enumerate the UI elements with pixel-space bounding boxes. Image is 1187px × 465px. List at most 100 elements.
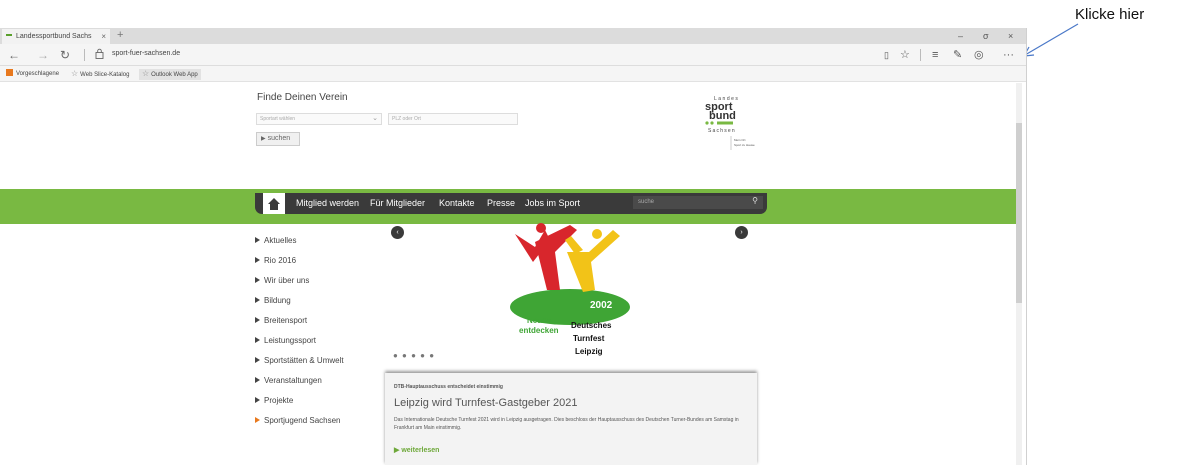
- divider: [84, 49, 85, 61]
- star-icon[interactable]: ☆: [900, 48, 910, 62]
- menu-item-wir-ueber-uns[interactable]: Wir über uns: [255, 276, 309, 285]
- search-button-label: suchen: [267, 135, 291, 142]
- turnfest-line3: Deutsches: [571, 321, 612, 330]
- reading-view-icon[interactable]: ▯: [884, 48, 889, 62]
- arrow-left-icon[interactable]: ←: [8, 47, 20, 63]
- menu-item-rio-2016[interactable]: Rio 2016: [255, 256, 296, 265]
- chevron-down-icon: ⌄: [372, 115, 378, 122]
- sport-select[interactable]: Sportart wählen ⌄: [256, 113, 382, 125]
- menu-item-label: Breitensport: [264, 316, 308, 325]
- star-icon: ☆: [71, 69, 79, 78]
- menu-item-label: Veranstaltungen: [264, 376, 322, 385]
- article-title[interactable]: Leipzig wird Turnfest-Gastgeber 2021: [394, 397, 577, 409]
- menu-item-breitensport[interactable]: Breitensport: [255, 316, 307, 325]
- address-bar: ← → ↻ sport-fuer-sachsen.de ▯ ☆ ≡ ✎ ◎ ··…: [0, 44, 1026, 66]
- browser-tab[interactable]: Landessportbund Sachs ×: [2, 29, 110, 44]
- favorite-item[interactable]: ☆ Outlook Web App: [139, 69, 201, 80]
- article-body: Das Internationale Deutsche Turnfest 202…: [394, 417, 739, 431]
- arrow-right-icon: [255, 317, 260, 323]
- maximize-button[interactable]: σ: [983, 29, 989, 43]
- lsb-logo[interactable]: Landes sport bund Sachsen Mein Ort Sport…: [688, 92, 768, 152]
- share-icon[interactable]: ◎: [974, 48, 984, 62]
- scrollbar-thumb[interactable]: [1016, 123, 1022, 303]
- favorite-label: Outlook Web App: [151, 72, 198, 78]
- arrow-right-icon: [255, 237, 260, 243]
- arrow-right-icon: [255, 337, 260, 343]
- arrow-right-icon: [255, 357, 260, 363]
- carousel-prev-button[interactable]: ‹: [391, 226, 404, 239]
- favorite-label: Web Slice-Katalog: [80, 72, 130, 78]
- tab-title: Landessportbund Sachs: [16, 33, 92, 40]
- arrow-right-icon: [255, 377, 260, 383]
- menu-item-label: Aktuelles: [264, 236, 297, 245]
- article-kicker: DTB-Hauptausschuss entscheidet einstimmi…: [394, 384, 503, 390]
- site-search-input[interactable]: suche ⚲: [633, 196, 763, 209]
- new-tab-button[interactable]: +: [117, 28, 123, 43]
- arrow-right-icon[interactable]: →: [37, 47, 49, 63]
- logo-line3: bund: [709, 110, 736, 122]
- menu-item-veranstaltungen[interactable]: Veranstaltungen: [255, 376, 322, 385]
- url-field[interactable]: sport-fuer-sachsen.de: [112, 50, 180, 57]
- turnfest-logo: 2002 Neues entdecken Deutsches Turnfest …: [510, 223, 630, 356]
- close-tab-icon[interactable]: ×: [101, 29, 106, 44]
- plz-input[interactable]: PLZ oder Ort: [388, 113, 518, 125]
- menu-item-aktuelles[interactable]: Aktuelles: [255, 236, 296, 245]
- more-icon[interactable]: ···: [1003, 48, 1014, 62]
- hub-icon[interactable]: ≡: [932, 48, 938, 62]
- menu-item-label: Sportstätten & Umwelt: [264, 356, 344, 365]
- menu-item-sportstaetten[interactable]: Sportstätten & Umwelt: [255, 356, 344, 365]
- read-more-link[interactable]: ▶ weiterlesen: [394, 446, 439, 454]
- title-bar: Landessportbund Sachs × + – σ ×: [0, 28, 1026, 44]
- search-title: Finde Deinen Verein: [257, 92, 348, 103]
- favorite-item[interactable]: Vorgeschlagene: [6, 69, 59, 79]
- home-button[interactable]: [263, 193, 285, 214]
- carousel-next-button[interactable]: ›: [735, 226, 748, 239]
- turnfest-line5: Leipzig: [575, 347, 603, 356]
- nav-mitglied-werden[interactable]: Mitglied werden: [296, 198, 359, 208]
- lock-icon: [95, 48, 104, 59]
- refresh-icon[interactable]: ↻: [60, 47, 70, 63]
- nav-kontakte[interactable]: Kontakte: [439, 198, 475, 208]
- menu-item-label: Sportjugend Sachsen: [264, 416, 341, 425]
- star-icon: ☆: [142, 69, 150, 78]
- favorite-item[interactable]: ☆ Web Slice-Katalog: [71, 69, 129, 80]
- nav-jobs-im-sport[interactable]: Jobs im Sport: [525, 198, 580, 208]
- nav-fuer-mitglieder[interactable]: Für Mitglieder: [370, 198, 425, 208]
- callout-arrow: [1022, 23, 1079, 57]
- favorite-label: Vorgeschlagene: [16, 71, 60, 77]
- arrow-right-icon: [255, 297, 260, 303]
- menu-item-label: Bildung: [264, 296, 291, 305]
- turnfest-line4: Turnfest: [573, 334, 605, 343]
- turnfest-year: 2002: [590, 300, 613, 311]
- menu-item-label: Wir über uns: [264, 276, 310, 285]
- menu-item-label: Projekte: [264, 396, 294, 405]
- play-icon: ▶: [261, 136, 266, 142]
- callout-label: Klicke hier: [1075, 6, 1145, 23]
- favorites-bar: Vorgeschlagene ☆ Web Slice-Katalog ☆ Outlo…: [0, 66, 1026, 82]
- home-icon: [268, 198, 280, 210]
- read-more-label: weiterlesen: [401, 447, 440, 454]
- menu-item-leistungssport[interactable]: Leistungssport: [255, 336, 316, 345]
- web-note-icon[interactable]: ✎: [953, 48, 962, 62]
- menu-item-projekte[interactable]: Projekte: [255, 396, 293, 405]
- turnfest-line2: entdecken: [519, 326, 559, 335]
- arrow-right-icon: [255, 257, 260, 263]
- close-window-button[interactable]: ×: [1008, 29, 1013, 43]
- nav-presse[interactable]: Presse: [487, 198, 515, 208]
- article-card: DTB-Hauptausschuss entscheidet einstimmi…: [385, 373, 757, 465]
- menu-item-sportjugend[interactable]: Sportjugend Sachsen: [255, 416, 341, 425]
- logo-tagline1: Mein Ort: [734, 138, 746, 142]
- search-button[interactable]: ▶ suchen: [256, 132, 300, 146]
- minimize-button[interactable]: –: [958, 29, 963, 43]
- turnfest-line1: Neues: [527, 316, 552, 325]
- logo-tagline2: Sport zu Hause: [734, 143, 755, 147]
- search-icon[interactable]: ⚲: [752, 196, 758, 205]
- arrow-right-icon: [255, 397, 260, 403]
- menu-item-bildung[interactable]: Bildung: [255, 296, 291, 305]
- menu-item-label: Leistungssport: [264, 336, 317, 345]
- arrow-right-icon: [255, 417, 260, 423]
- carousel-dots[interactable]: ● ● ● ● ●: [393, 351, 435, 360]
- logo-line4: Sachsen: [708, 128, 736, 134]
- menu-item-label: Rio 2016: [264, 256, 297, 265]
- site-search-placeholder: suche: [638, 199, 655, 205]
